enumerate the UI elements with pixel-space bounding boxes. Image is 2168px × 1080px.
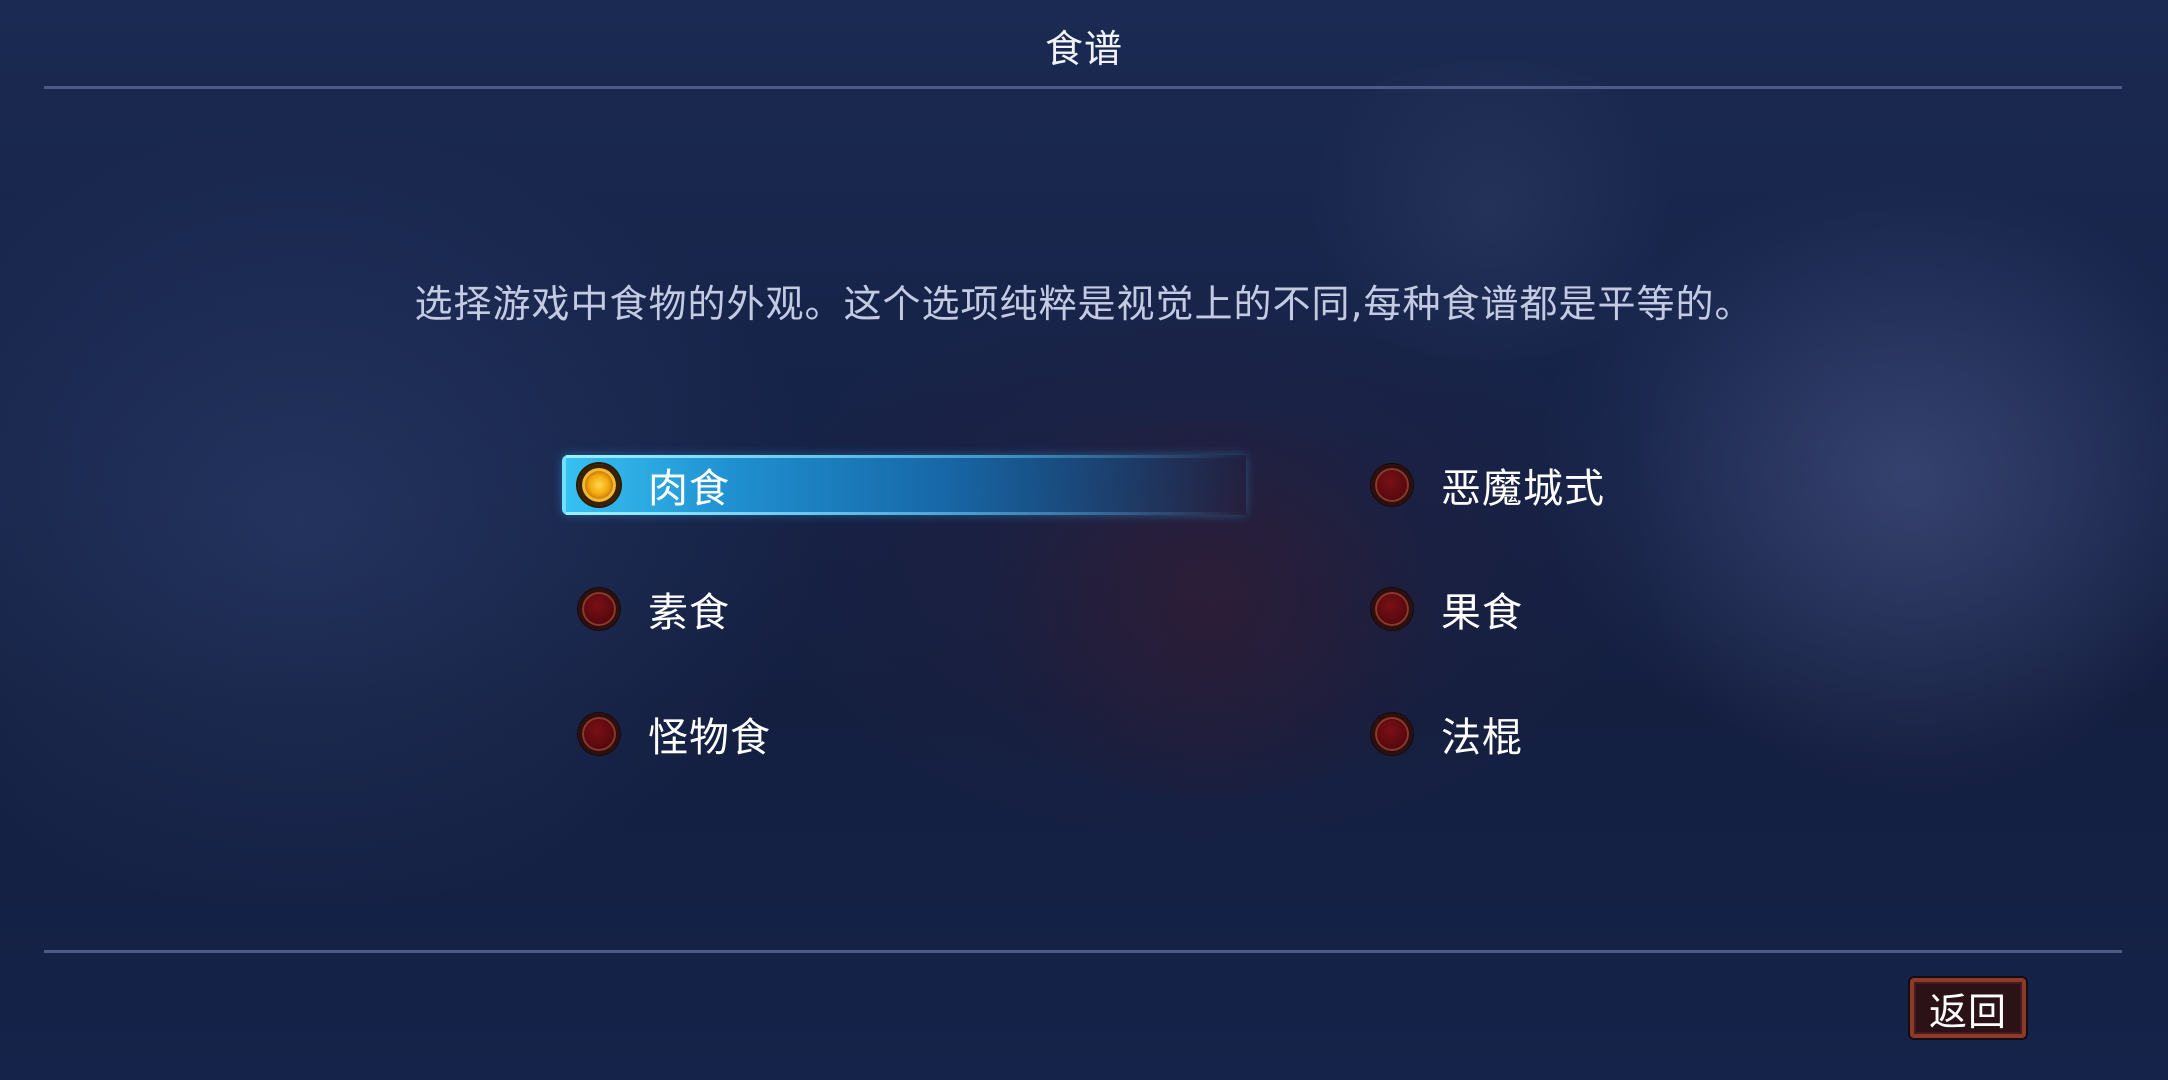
header-divider [44,86,2122,89]
radio-unselected-icon [578,588,620,630]
option-monster-food[interactable]: 怪物食 [578,705,771,763]
radio-unselected-icon [1371,464,1413,506]
back-button[interactable]: 返回 [1910,978,2026,1038]
option-baguette[interactable]: 法棍 [1371,705,1523,763]
radio-selected-icon [578,464,620,506]
option-label: 怪物食 [648,715,771,761]
radio-unselected-icon [1371,588,1413,630]
option-castlevania-style[interactable]: 恶魔城式 [1371,456,1605,514]
option-label: 素食 [648,590,730,636]
description-text: 选择游戏中食物的外观。这个选项纯粹是视觉上的不同,每种食谱都是平等的。 [414,282,1754,326]
option-label: 恶魔城式 [1441,466,1605,512]
option-meat[interactable]: 肉食 [578,456,730,514]
option-vegetarian[interactable]: 素食 [578,580,730,638]
radio-unselected-icon [578,713,620,755]
radio-unselected-icon [1371,713,1413,755]
option-label: 肉食 [648,466,730,512]
recipe-settings-screen: 食谱 选择游戏中食物的外观。这个选项纯粹是视觉上的不同,每种食谱都是平等的。 肉… [0,0,2168,1080]
page-title: 食谱 [1044,27,1123,71]
footer-divider [44,950,2122,953]
option-fruit[interactable]: 果食 [1371,580,1523,638]
option-label: 果食 [1441,590,1523,636]
option-label: 法棍 [1441,715,1523,761]
